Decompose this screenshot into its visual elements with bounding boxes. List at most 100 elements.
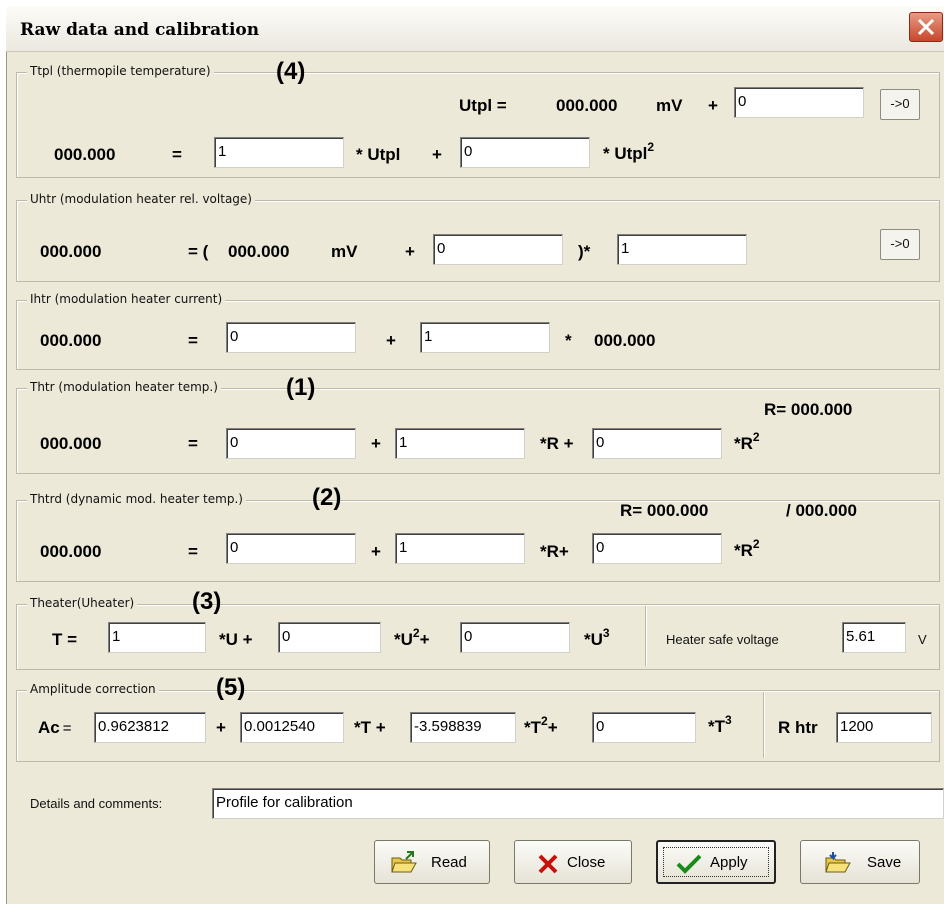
thtrd-marker: (2) [312,484,342,511]
ihtr-equals: = [188,331,198,350]
ac-mul-t-cube: *T3 [708,713,732,737]
thtr-r-label: R= 000.000 [764,400,853,419]
amplitude-group-label: Amplitude correction [27,682,159,696]
read-button[interactable]: Read [374,840,490,884]
theater-mul-u-cube: *U3 [584,626,610,650]
thtr-coef1-input[interactable]: 1 [395,428,525,459]
ttpl-mul-utpl2-text: * Utpl [603,144,648,163]
theater-cube-sup: 3 [602,626,610,640]
uhtr-value: 000.000 [228,242,290,261]
ihtr-coef1-input[interactable]: 1 [420,322,550,353]
utpl-offset-input[interactable]: 0 [734,87,864,118]
thtrd-mul-r: *R+ [540,542,569,561]
folder-open-icon [391,851,417,873]
uhtr-unit: mV [331,242,358,261]
thtrd-label: Thtrd (dynamic mod. heater temp.) [30,492,243,506]
theater-coef2-input[interactable]: 0 [460,622,570,653]
ihtr-value: 000.000 [594,331,656,350]
amplitude-separator [763,692,765,758]
ttpl-mul-utpl-sq: * Utpl2 [603,140,654,164]
utpl-value: 000.000 [556,96,618,115]
ihtr-plus: + [386,331,396,350]
ihtr-result: 000.000 [40,331,102,350]
utpl-unit: mV [656,96,683,115]
details-input[interactable]: Profile for calibration [212,788,944,819]
theater-label: Theater(Uheater) [30,596,135,610]
theater-marker: (3) [192,588,222,615]
thtr-coef0-input[interactable]: 0 [226,428,356,459]
ac-sq-sup: 2 [541,714,548,728]
theater-mul-u-sq: *U2+ [394,626,430,650]
ac-label: Ac = [38,718,72,738]
ac-mul-t: *T + [354,718,386,737]
ttpl-coef1-input[interactable]: 1 [214,137,344,168]
thtr-marker: (1) [286,374,316,401]
amplitude-marker: (5) [216,674,246,701]
thtrd-coef1-input[interactable]: 1 [395,533,525,564]
uhtr-factor-input[interactable]: 1 [617,234,747,265]
title-bar: Raw data and calibration [6,6,944,52]
thtr-coef2-input[interactable]: 0 [592,428,722,459]
window-close-button[interactable] [909,12,943,42]
utpl-zero-button[interactable]: ->0 [880,89,920,120]
safe-voltage-label: Heater safe voltage [666,632,779,647]
thtr-group-label: Thtr (modulation heater temp.) [27,380,221,394]
ttpl-coef2-input[interactable]: 0 [460,137,590,168]
thtrd-equals: = [188,542,198,561]
ttpl-result: 000.000 [54,145,116,164]
folder-save-icon [825,852,851,873]
ttpl-mul-utpl: * Utpl [356,145,401,164]
theater-mul-u: *U + [219,630,253,649]
theater-coef1-input[interactable]: 0 [278,622,381,653]
utpl-label: Utpl = [459,96,507,115]
thtr-equals: = [188,434,198,453]
uhtr-result: 000.000 [40,242,102,261]
thtr-label: Thtr (modulation heater temp.) [30,380,218,394]
apply-button[interactable]: Apply [656,840,776,884]
read-button-label: Read [431,854,467,871]
ac-cube-sup: 3 [725,713,732,727]
thtrd-sq-sup: 2 [752,537,760,551]
safe-voltage-input[interactable]: 5.61 [842,622,906,653]
thtrd-mul-r2-text: *R [734,541,753,560]
uhtr-zero-button[interactable]: ->0 [880,229,920,260]
rhtr-input[interactable]: 1200 [836,712,932,743]
ihtr-label: Ihtr (modulation heater current) [30,292,223,306]
thtr-plus: + [371,434,381,453]
theater-plus: + [419,630,430,649]
theater-separator [645,606,647,666]
ttpl-sq-sup: 2 [647,140,655,154]
utpl-plus: + [708,96,718,115]
ttpl-equals: = [172,145,182,164]
ac-coef2-input[interactable]: -3.598839 [410,712,516,743]
checkmark-icon [676,854,702,874]
theater-mul-u3-text: *U [584,630,603,649]
window-title: Raw data and calibration [20,20,260,40]
theater-mul-u2-text: *U [394,630,413,649]
ttpl-marker: (4) [276,58,306,85]
uhtr-offset-input[interactable]: 0 [433,234,563,265]
thtrd-coef2-input[interactable]: 0 [592,533,722,564]
ihtr-coef0-input[interactable]: 0 [226,322,356,353]
ac-plus2: + [547,718,558,737]
amplitude-label: Amplitude correction [30,682,156,696]
ac-label-text: Ac [38,718,60,737]
ac-equals: = [62,720,72,737]
ihtr-mul: * [565,331,572,350]
ac-coef0-input[interactable]: 0.9623812 [94,712,206,743]
ttpl-label: Ttpl (thermopile temperature) [30,64,211,78]
close-button[interactable]: Close [514,840,632,884]
uhtr-group-label: Uhtr (modulation heater rel. voltage) [27,192,255,206]
uhtr-label: Uhtr (modulation heater rel. voltage) [30,192,252,206]
ac-mul-t3-text: *T [708,717,725,736]
save-button[interactable]: Save [800,840,920,884]
ac-coef3-input[interactable]: 0 [592,712,696,743]
thtrd-coef0-input[interactable]: 0 [226,533,356,564]
ttpl-plus2: + [432,145,442,164]
theater-group-label: Theater(Uheater) [27,596,138,610]
x-close-icon [538,854,558,874]
theater-coef0-input[interactable]: 1 [108,622,206,653]
close-icon [917,18,935,36]
safe-voltage-unit: V [918,632,927,647]
ac-coef1-input[interactable]: 0.0012540 [240,712,344,743]
